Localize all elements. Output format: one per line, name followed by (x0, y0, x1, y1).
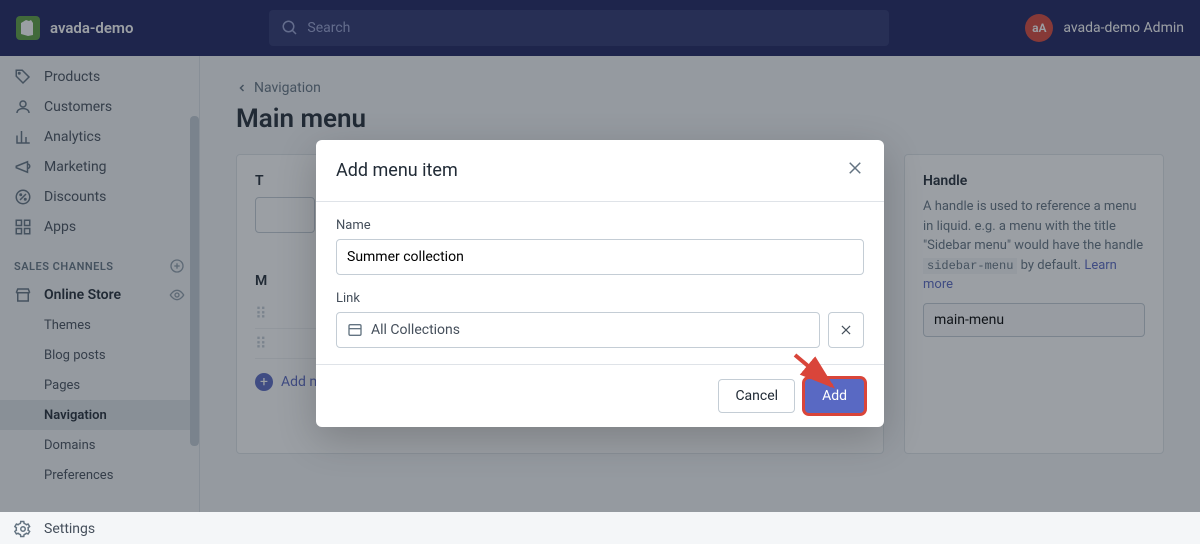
gear-icon (14, 520, 32, 538)
modal-title: Add menu item (336, 160, 458, 181)
add-menu-item-modal: Add menu item Name Link All Collections … (316, 140, 884, 427)
add-button[interactable]: Add (805, 379, 864, 413)
clear-link-button[interactable] (828, 312, 864, 348)
sidebar-item-settings[interactable]: Settings (0, 514, 199, 544)
link-input[interactable]: All Collections (336, 312, 820, 348)
close-button[interactable] (846, 158, 864, 183)
name-input[interactable] (336, 239, 864, 275)
close-icon (839, 323, 853, 337)
collection-icon (347, 322, 363, 338)
close-icon (846, 159, 864, 177)
link-field-label: Link (336, 291, 864, 306)
modal-overlay[interactable]: Add menu item Name Link All Collections … (0, 0, 1200, 512)
name-field-label: Name (336, 218, 864, 233)
cancel-button[interactable]: Cancel (718, 379, 795, 413)
